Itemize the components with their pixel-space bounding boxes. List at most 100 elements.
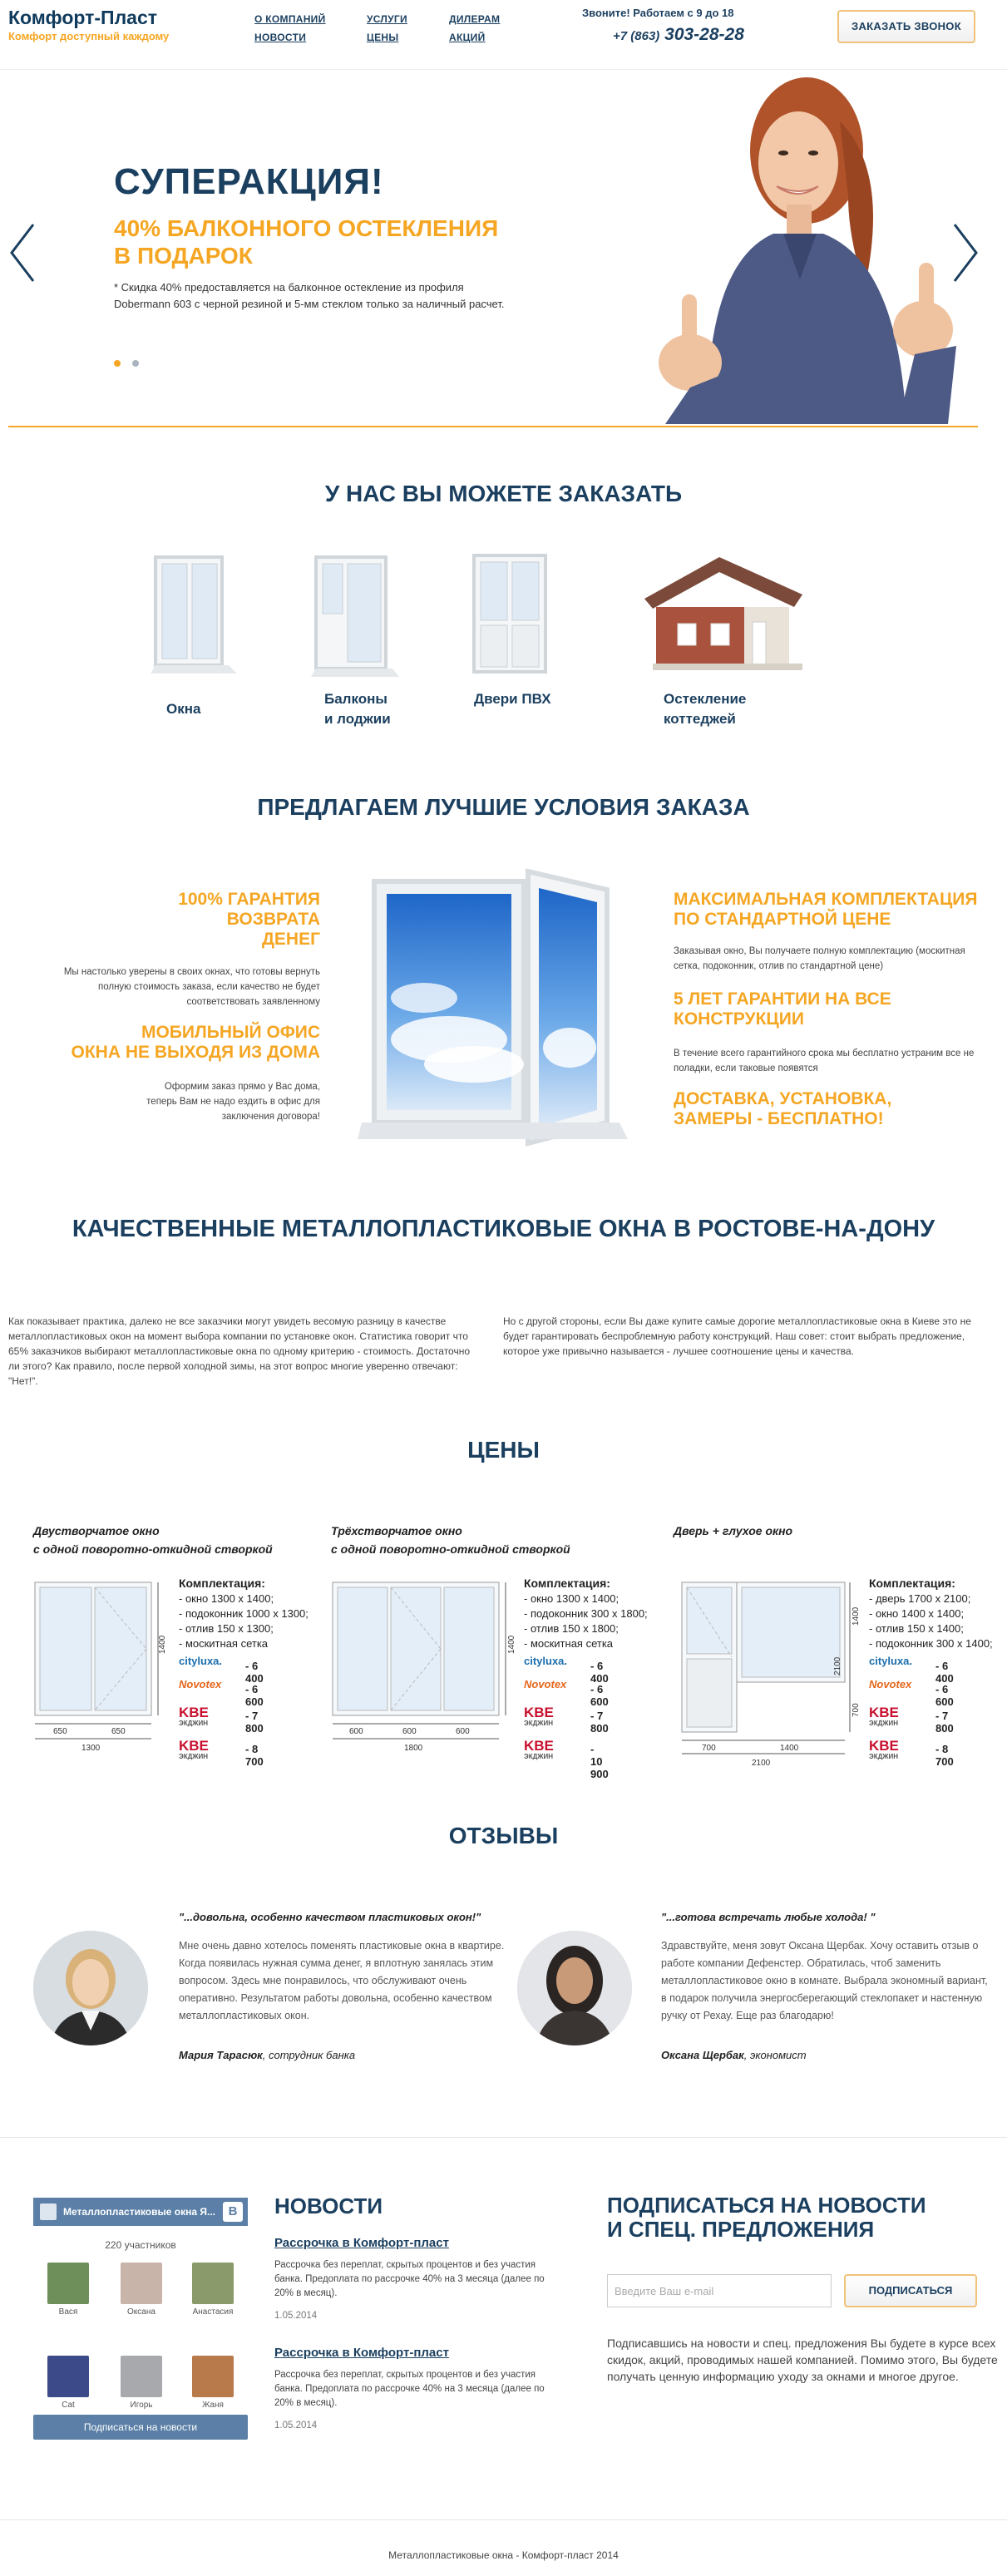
- promo-slider: СУПЕРАКЦИЯ! 40% БАЛКОННОГО ОСТЕКЛЕНИЯ В …: [0, 70, 1007, 427]
- vk-member-photo: [47, 2263, 89, 2304]
- max-equipment-title: МАКСИМАЛЬНАЯ КОМПЛЕКТАЦИЯ ПО СТАНДАРТНОЙ…: [674, 890, 990, 930]
- vk-member[interactable]: Вася: [43, 2263, 93, 2317]
- seo-heading: КАЧЕСТВЕННЫЕ МЕТАЛЛОПЛАСТИКОВЫЕ ОКНА В Р…: [72, 1216, 935, 1242]
- novotex-logo: Novotex: [179, 1678, 222, 1690]
- promo-subtitle: 40% БАЛКОННОГО ОСТЕКЛЕНИЯ В ПОДАРОК: [114, 215, 580, 269]
- spec-line: - москитная сетка: [179, 1637, 269, 1650]
- free-delivery-title: ДОСТАВКА, УСТАНОВКА, ЗАМЕРЫ - БЕСПЛАТНО!: [674, 1089, 990, 1129]
- price-card-title-line1: Дверь + глухое окно: [674, 1524, 793, 1537]
- product-cottages[interactable]: Остекление коттеджей: [628, 549, 811, 729]
- sky-window-image: [358, 868, 628, 1147]
- vk-member[interactable]: Cat: [43, 2356, 93, 2410]
- nav-link-dealers[interactable]: ДИЛЕРАМ: [449, 10, 500, 28]
- vk-widget-header[interactable]: Металлопластиковые окна Я... B: [33, 2198, 248, 2226]
- promo-woman-image: [659, 77, 956, 424]
- order-call-button[interactable]: ЗАКАЗАТЬ ЗВОНОК: [837, 10, 975, 43]
- review-author: Оксана Щербак, экономист: [661, 2049, 994, 2061]
- vk-member-name: Cat: [62, 2401, 75, 2410]
- slider-prev-arrow-icon[interactable]: [7, 220, 40, 286]
- kbe-logo: KBE: [869, 1705, 899, 1720]
- review-author-role: , сотрудник банка: [262, 2049, 356, 2061]
- news-date: 1.05.2014: [274, 2421, 318, 2430]
- kbe-sub: ЭКДЖИН: [869, 1720, 899, 1727]
- slider-dot-1[interactable]: [114, 360, 121, 367]
- kbe-sub: ЭКДЖИН: [179, 1720, 209, 1727]
- footer-separator: [0, 2137, 1007, 2138]
- news-text: Рассрочка без переплат, скрытых проценто…: [274, 2260, 545, 2298]
- kbe-sub: ЭКДЖИН: [524, 1753, 554, 1760]
- vk-member[interactable]: Игорь: [116, 2356, 166, 2410]
- vk-member[interactable]: Жаня: [188, 2356, 238, 2410]
- dim-w2: 600: [402, 1727, 417, 1736]
- nav-column-1: О КОМПАНИЙ НОВОСТИ: [254, 10, 326, 47]
- product-label: Балконы и лоджии: [308, 689, 432, 729]
- product-windows[interactable]: Окна: [146, 549, 270, 719]
- product-balconies[interactable]: Балконы и лоджии: [308, 549, 432, 729]
- news-title-link[interactable]: Рассрочка в Комфорт-пласт: [274, 2233, 561, 2253]
- spec-line: - подоконник 300 х 1800;: [524, 1607, 648, 1620]
- phone-digits: 303-28-28: [664, 25, 744, 44]
- conditions-heading: ПРЕДЛАГАЕМ ЛУЧШИЕ УСЛОВИЯ ЗАКАЗА: [257, 794, 750, 820]
- spec-line: - отлив 150 х 1400;: [869, 1622, 964, 1635]
- spec-line: - отлив 150 х 1800;: [524, 1622, 619, 1635]
- email-field[interactable]: [607, 2274, 832, 2307]
- guarantee-title-line1: 100% ГАРАНТИЯ: [178, 890, 320, 909]
- kbe-logo: KBE: [179, 1738, 209, 1754]
- price-card-specs: Комплектация: - дверь 1700 х 2100; - окн…: [869, 1576, 1002, 1651]
- nav-link-services[interactable]: УСЛУГИ: [367, 10, 407, 28]
- slider-dot-2[interactable]: [132, 360, 140, 367]
- vk-subscribe-button[interactable]: Подписаться на новости: [33, 2415, 248, 2440]
- vk-member[interactable]: Оксана: [116, 2263, 166, 2317]
- product-label: Двери ПВХ: [474, 691, 551, 707]
- price-card-title-line1: Трёхстворчатое окно: [331, 1524, 462, 1537]
- specs-title: Комплектация:: [869, 1577, 955, 1590]
- review-author-name: Мария Тарасюк: [179, 2049, 263, 2061]
- nav-link-prices[interactable]: ЦЕНЫ: [367, 28, 407, 47]
- subscribe-text: Подписавшись на новости и спец. предложе…: [607, 2337, 998, 2383]
- specs-title: Комплектация:: [524, 1577, 610, 1590]
- vk-member-photo: [47, 2356, 89, 2397]
- spec-line: - окно 1300 х 1400;: [179, 1592, 274, 1605]
- dim-total: 1300: [81, 1744, 101, 1753]
- spec-line: - дверь 1700 х 2100;: [869, 1592, 971, 1605]
- news-title-link[interactable]: Рассрочка в Комфорт-пласт: [274, 2343, 561, 2363]
- subscribe-heading: ПОДПИСАТЬСЯ НА НОВОСТИ И СПЕЦ. ПРЕДЛОЖЕН…: [607, 2194, 973, 2242]
- dim-height-bottom: 700: [852, 1703, 861, 1717]
- kbe-logo: KBE: [869, 1738, 899, 1754]
- subscribe-button[interactable]: ПОДПИСАТЬСЯ: [844, 2274, 977, 2307]
- max-equipment-title-line2: ПО СТАНДАРТНОЙ ЦЕНЕ: [674, 910, 891, 929]
- reviewer-photo-maria: [33, 1931, 148, 2046]
- triple-window-drawing: 600 600 600 1800 1400: [332, 1582, 516, 1753]
- free-delivery-title-line2: ЗАМЕРЫ - БЕСПЛАТНО!: [674, 1109, 884, 1128]
- nav-link-news[interactable]: НОВОСТИ: [254, 28, 326, 47]
- vk-member-name: Оксана: [127, 2307, 155, 2317]
- nav-column-3: ДИЛЕРАМ АКЦИЙ: [449, 10, 500, 47]
- brand-price: - 6 400: [245, 1660, 264, 1685]
- logo-tagline: Комфорт доступный каждому: [8, 30, 170, 42]
- nav-link-promos[interactable]: АКЦИЙ: [449, 28, 500, 47]
- vk-member-name: Вася: [58, 2307, 78, 2317]
- vk-member[interactable]: Анастасия: [188, 2263, 238, 2317]
- phone-number[interactable]: +7 (863) 303-28-28: [613, 25, 744, 45]
- product-pvc-doors[interactable]: Двери ПВХ: [466, 549, 590, 709]
- brand-price: - 6 600: [935, 1683, 954, 1708]
- reviewer-photo-oksana: [517, 1931, 632, 2046]
- max-equipment-title-line1: МАКСИМАЛЬНАЯ КОМПЛЕКТАЦИЯ: [674, 890, 978, 909]
- subscribe-heading-line1: ПОДПИСАТЬСЯ НА НОВОСТИ: [607, 2193, 926, 2218]
- vk-member-photo: [121, 2263, 162, 2304]
- review-text: Мне очень давно хотелось поменять пласти…: [179, 1940, 505, 2021]
- max-equipment-text: Заказывая окно, Вы получаете полную комп…: [674, 946, 965, 971]
- mobile-office-title-line1: МОБИЛЬНЫЙ ОФИС: [141, 1023, 320, 1042]
- logo-title[interactable]: Комфорт-Пласт: [8, 7, 157, 29]
- prices-heading: ЦЕНЫ: [467, 1437, 540, 1463]
- promo-text: * Скидка 40% предоставляется на балконно…: [114, 281, 505, 310]
- brand-price: - 7 800: [590, 1710, 609, 1735]
- nav-column-2: УСЛУГИ ЦЕНЫ: [367, 10, 407, 47]
- nav-link-about[interactable]: О КОМПАНИЙ: [254, 10, 326, 28]
- free-delivery-title-line1: ДОСТАВКА, УСТАНОВКА,: [674, 1089, 892, 1108]
- spec-line: - подоконник 300 х 1400;: [869, 1637, 993, 1650]
- vk-member-name: Анастасия: [192, 2307, 234, 2317]
- vk-group-name: Металлопластиковые окна Я...: [63, 2206, 215, 2218]
- spec-line: - москитная сетка: [524, 1637, 614, 1650]
- spec-line: - окно 1300 х 1400;: [524, 1592, 620, 1605]
